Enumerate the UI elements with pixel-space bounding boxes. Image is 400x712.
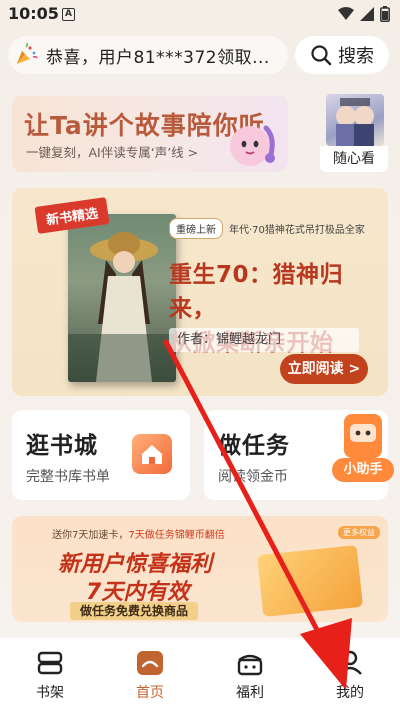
system-icons: [338, 6, 390, 22]
new-user-promo[interactable]: 送你7天加速卡，7天做任务锦鲤币翻倍 更多权益 新用户惊喜福利 7天内有效 做任…: [12, 516, 388, 622]
side-book-cover: [326, 94, 384, 146]
home-icon: [137, 651, 163, 675]
wifi-icon: [338, 7, 354, 20]
nav-home[interactable]: 首页: [100, 638, 200, 712]
signal-icon: [360, 7, 374, 21]
bookstore-title: 逛书城: [26, 433, 98, 459]
bottom-nav: 书架 首页 福利 我的: [0, 638, 400, 712]
cover-illustration: [68, 232, 176, 382]
nav-profile-label: 我的: [336, 685, 364, 701]
promo-cta: 做任务免费兑换商品: [70, 602, 199, 620]
promo-line: 送你7天加速卡，7天做任务锦鲤币翻倍: [52, 530, 225, 541]
nav-bookshelf-label: 书架: [36, 685, 64, 701]
profile-icon: [338, 650, 362, 675]
notification-a-icon: A: [62, 8, 75, 21]
bookstore-subtitle: 完整书库书单: [26, 469, 110, 485]
chevron-right-icon: >: [187, 145, 199, 160]
tasks-title: 做任务: [218, 433, 290, 459]
tasks-subtitle: 阅读领金币: [218, 469, 288, 485]
feature-genre: 年代·70猎神花式吊打极品全家: [229, 225, 365, 236]
story-banner-subtitle: 一键复刻，AI伴读专属‘声’线 >: [26, 145, 199, 160]
nav-home-label: 首页: [136, 685, 164, 701]
search-label: 搜索: [338, 46, 374, 67]
feature-tag-row: 重磅上新 年代·70猎神花式吊打极品全家: [169, 218, 365, 239]
notice-text: 恭喜，用户81***372领取...: [46, 47, 270, 68]
search-icon: [311, 45, 332, 66]
bookstore-icon: [132, 434, 172, 474]
gift-icon: [237, 654, 263, 676]
feature-author: 作者：锦鲤越龙门: [169, 328, 359, 352]
book-cover-illustration: [336, 98, 374, 146]
featured-book-banner[interactable]: 新书精选 重磅上新 年代·70猎神花式吊打极品全家 重生70：猎神归来， 从掀桌…: [12, 188, 388, 396]
feature-tag: 重磅上新: [169, 218, 223, 239]
status-time: 10:05: [8, 4, 59, 23]
nav-profile[interactable]: 我的: [300, 638, 400, 712]
bookshelf-icon: [37, 651, 63, 675]
assistant-mascot-icon: [344, 414, 382, 458]
assistant-button[interactable]: 小助手: [330, 410, 396, 482]
assistant-label: 小助手: [332, 458, 394, 482]
search-button[interactable]: 搜索: [295, 36, 389, 74]
reward-notice[interactable]: 恭喜，用户81***372领取...: [8, 36, 288, 74]
gift-box-illustration: [257, 544, 363, 618]
nav-bookshelf[interactable]: 书架: [0, 638, 100, 712]
side-book-card[interactable]: 随心看: [320, 94, 388, 174]
featured-book-cover: [68, 214, 176, 382]
party-popper-icon: [17, 43, 38, 64]
more-benefits-chip[interactable]: 更多权益: [338, 526, 380, 539]
mascot-icon: [230, 125, 275, 166]
bookstore-card[interactable]: 逛书城 完整书库书单: [12, 410, 190, 500]
battery-icon: [380, 6, 390, 22]
ai-story-banner[interactable]: 让Ta讲个故事陪你听 一键复刻，AI伴读专属‘声’线 >: [12, 96, 288, 172]
read-now-button[interactable]: 立即阅读 >: [280, 354, 368, 384]
side-book-label: 随心看: [320, 146, 388, 172]
nav-welfare[interactable]: 福利: [200, 638, 300, 712]
nav-welfare-label: 福利: [236, 685, 264, 701]
status-bar: 10:05 A: [0, 0, 400, 30]
